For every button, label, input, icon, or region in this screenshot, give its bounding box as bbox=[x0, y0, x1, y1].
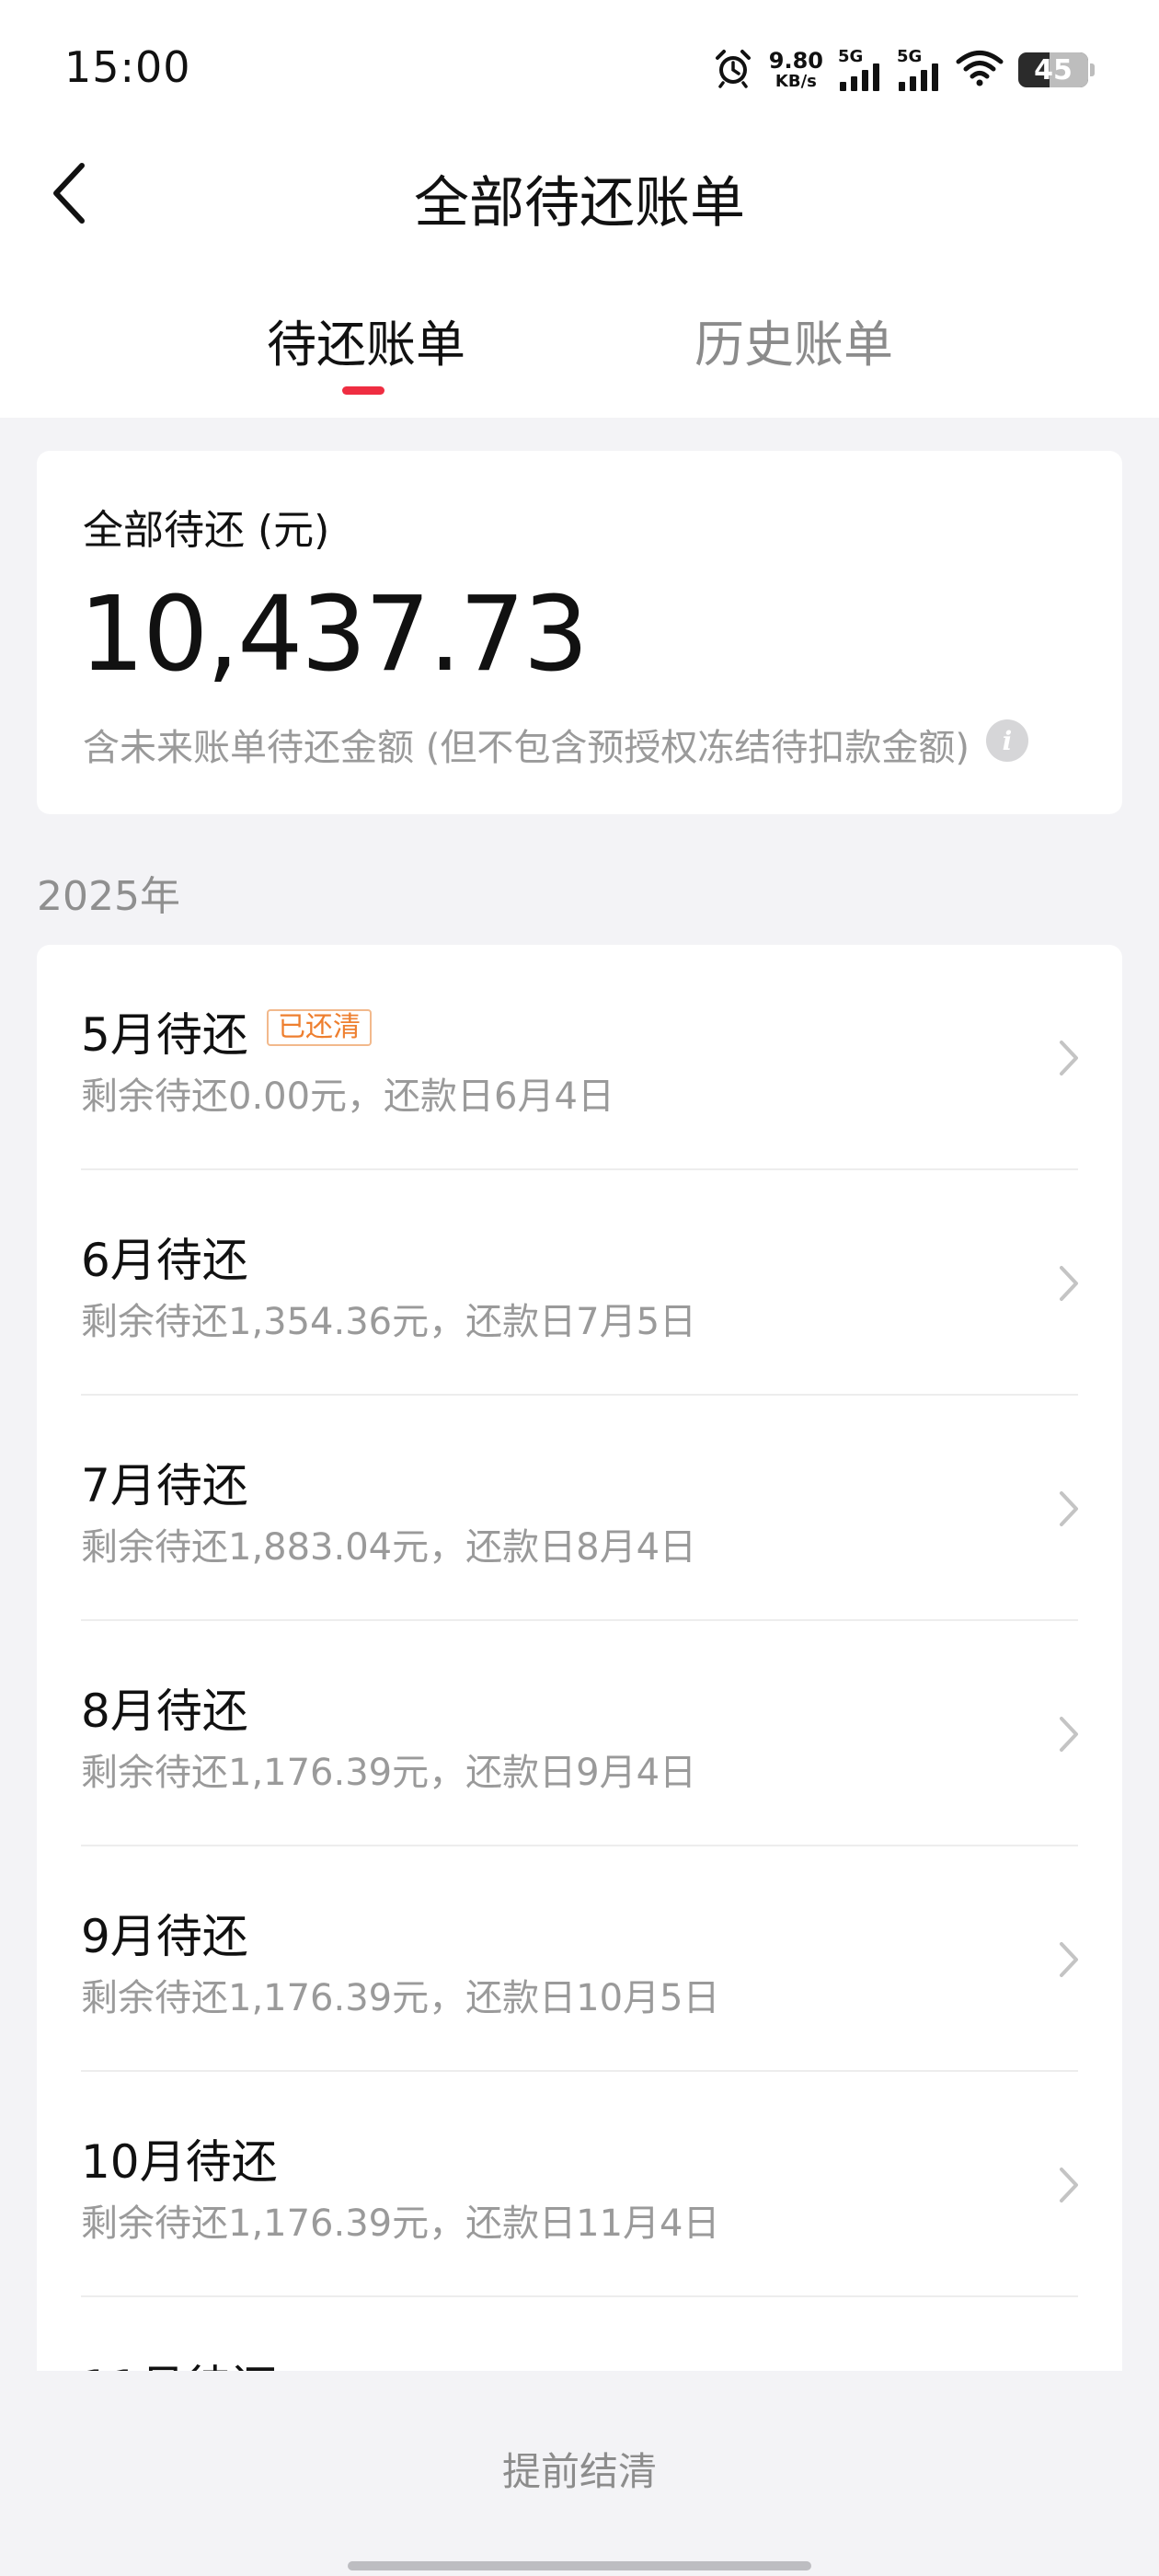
signal-bars-icon bbox=[840, 63, 879, 91]
battery-tip bbox=[1090, 63, 1095, 76]
tab-pending-bills[interactable]: 待还账单 bbox=[267, 304, 465, 376]
tab-bar: 待还账单 历史账单 bbox=[0, 304, 1159, 414]
signal-1: 5G bbox=[838, 49, 882, 91]
page-title: 全部待还账单 bbox=[414, 171, 745, 236]
network-speed: 9.80 KB/s bbox=[769, 50, 823, 90]
bill-subtitle: 剩余待还1,176.39元，还款日10月5日 bbox=[81, 1977, 720, 2019]
network-speed-unit: KB/s bbox=[775, 72, 817, 91]
bill-item-may[interactable]: 5月待还 已还清 剩余待还0.00元，还款日6月4日 bbox=[37, 945, 1122, 1170]
bill-subtitle: 剩余待还1,176.39元，还款日11月4日 bbox=[81, 2202, 720, 2245]
wifi-icon bbox=[956, 50, 1004, 90]
bill-item-august[interactable]: 8月待还 剩余待还1,176.39元，还款日9月4日 bbox=[37, 1621, 1122, 1846]
bottom-bar: 提前结清 bbox=[0, 2371, 1159, 2576]
bill-title: 11月待还 bbox=[81, 2351, 278, 2371]
signal-2: 5G bbox=[897, 49, 941, 91]
bill-title: 6月待还 bbox=[81, 1234, 248, 1287]
bill-title: 10月待还 bbox=[81, 2135, 278, 2189]
active-tab-indicator bbox=[342, 386, 384, 395]
bill-title: 9月待还 bbox=[81, 1910, 248, 1963]
chevron-right-icon bbox=[1060, 1491, 1078, 1526]
bill-list: 5月待还 已还清 剩余待还0.00元，还款日6月4日 6月待还 剩余待还1,35… bbox=[37, 945, 1122, 2371]
status-bar: 15:00 9.80 KB/s 5G 5G 45 bbox=[0, 0, 1159, 138]
battery-icon: 45 bbox=[1018, 52, 1088, 87]
prepay-button[interactable]: 提前结清 bbox=[0, 2441, 1159, 2497]
summary-amount: 10,437.73 bbox=[79, 575, 589, 695]
summary-label: 全部待还 (元) bbox=[83, 507, 330, 554]
network-speed-value: 9.80 bbox=[768, 48, 823, 74]
bill-item-june[interactable]: 6月待还 剩余待还1,354.36元，还款日7月5日 bbox=[37, 1170, 1122, 1396]
summary-note: 含未来账单待还金额 (但不包含预授权冻结待扣款金额) bbox=[83, 727, 970, 769]
bill-title: 7月待还 bbox=[81, 1459, 248, 1512]
status-icons: 9.80 KB/s 5G 5G 45 bbox=[712, 44, 1095, 96]
alarm-icon bbox=[712, 47, 754, 93]
status-time: 15:00 bbox=[64, 42, 191, 92]
chevron-right-icon bbox=[1060, 1942, 1078, 1977]
bill-subtitle: 剩余待还1,883.04元，还款日8月4日 bbox=[81, 1526, 697, 1569]
bill-item-july[interactable]: 7月待还 剩余待还1,883.04元，还款日8月4日 bbox=[37, 1396, 1122, 1621]
home-indicator[interactable] bbox=[348, 2561, 811, 2570]
chevron-right-icon bbox=[1060, 2168, 1078, 2202]
bill-title: 5月待还 bbox=[81, 1008, 248, 1062]
chevron-right-icon bbox=[1060, 1717, 1078, 1752]
bill-item-october[interactable]: 10月待还 剩余待还1,176.39元，还款日11月4日 bbox=[37, 2072, 1122, 2297]
tab-history-bills[interactable]: 历史账单 bbox=[694, 304, 893, 376]
info-icon[interactable]: i bbox=[986, 719, 1028, 762]
battery-percent: 45 bbox=[1034, 53, 1073, 86]
bill-title: 8月待还 bbox=[81, 1685, 248, 1738]
signal-bars-icon bbox=[899, 63, 938, 91]
bill-subtitle: 剩余待还0.00元，还款日6月4日 bbox=[81, 1075, 614, 1118]
chevron-right-icon bbox=[1060, 1041, 1078, 1075]
bill-item-november[interactable]: 11月待还 bbox=[37, 2297, 1122, 2371]
bill-subtitle: 剩余待还1,354.36元，还款日7月5日 bbox=[81, 1301, 697, 1343]
paid-badge: 已还清 bbox=[267, 1009, 372, 1046]
year-label: 2025年 bbox=[37, 873, 180, 920]
summary-card: 全部待还 (元) 10,437.73 含未来账单待还金额 (但不包含预授权冻结待… bbox=[37, 451, 1122, 814]
chevron-right-icon bbox=[1060, 1266, 1078, 1301]
bill-subtitle: 剩余待还1,176.39元，还款日9月4日 bbox=[81, 1752, 697, 1794]
bill-item-september[interactable]: 9月待还 剩余待还1,176.39元，还款日10月5日 bbox=[37, 1846, 1122, 2072]
